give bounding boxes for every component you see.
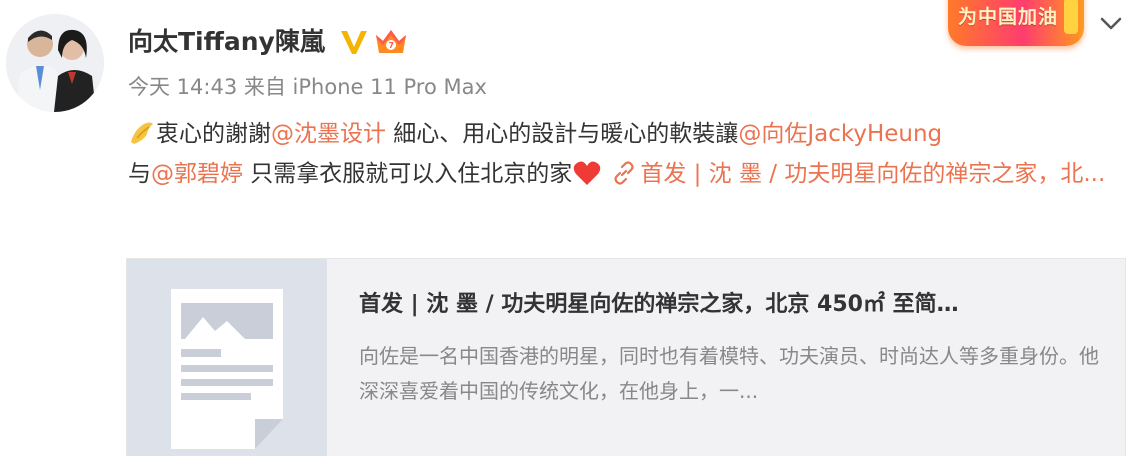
bow-emoji-icon xyxy=(131,122,153,144)
post-text-1: 衷心的謝謝 xyxy=(156,121,271,147)
post-meta: 今天 14:43 来自 iPhone 11 Pro Max xyxy=(128,75,487,99)
mention-shenmo[interactable]: @沈墨设计 xyxy=(271,121,386,147)
avatar[interactable] xyxy=(6,14,104,112)
svg-text:7: 7 xyxy=(389,41,395,50)
article-link[interactable]: 首发 | 沈 墨 / 功夫明星向佐的禅宗之家，北... xyxy=(640,161,1105,187)
post-text-4: 只需拿衣服就可以入住北京的家 xyxy=(243,161,573,187)
banner-text: 为中国加油 xyxy=(958,6,1059,28)
article-description: 向佐是一名中国香港的明星，同时也有着模特、功夫演员、时尚达人等多重身份。他深深喜… xyxy=(359,344,1099,403)
post-text-2: 細心、用心的設計与暖心的軟裝讓 xyxy=(386,121,739,147)
link-icon xyxy=(614,161,634,185)
mention-xiangzuo[interactable]: @向佐JackyHeung xyxy=(738,121,942,147)
username[interactable]: 向太Tiffany陳嵐 xyxy=(128,24,325,60)
heart-emoji-icon xyxy=(574,161,601,185)
verified-v-icon xyxy=(341,31,367,54)
article-thumbnail xyxy=(127,259,327,456)
campaign-banner[interactable]: 为中国加油 xyxy=(948,0,1084,46)
article-placeholder-icon xyxy=(127,259,327,456)
post-content: 衷心的謝謝@沈墨设计 細心、用心的設計与暖心的軟裝讓@向佐JackyHeung 与… xyxy=(128,114,1128,194)
crown-badge-icon[interactable]: 7 xyxy=(374,27,408,57)
post-text-3: 与 xyxy=(128,161,151,187)
article-card[interactable]: 首发 | 沈 墨 / 功夫明星向佐的禅宗之家，北京 450㎡ 至简… 向佐是一名… xyxy=(126,258,1126,456)
mention-guobiting[interactable]: @郭碧婷 xyxy=(151,161,243,187)
article-title[interactable]: 首发 | 沈 墨 / 功夫明星向佐的禅宗之家，北京 450㎡ 至简… xyxy=(359,289,1099,321)
banner-flag-icon xyxy=(1064,0,1078,34)
weibo-post: 向太Tiffany陳嵐 7 今天 14:43 来自 iPhone 11 Pro … xyxy=(0,0,1142,456)
chevron-down-icon[interactable] xyxy=(1098,14,1124,34)
